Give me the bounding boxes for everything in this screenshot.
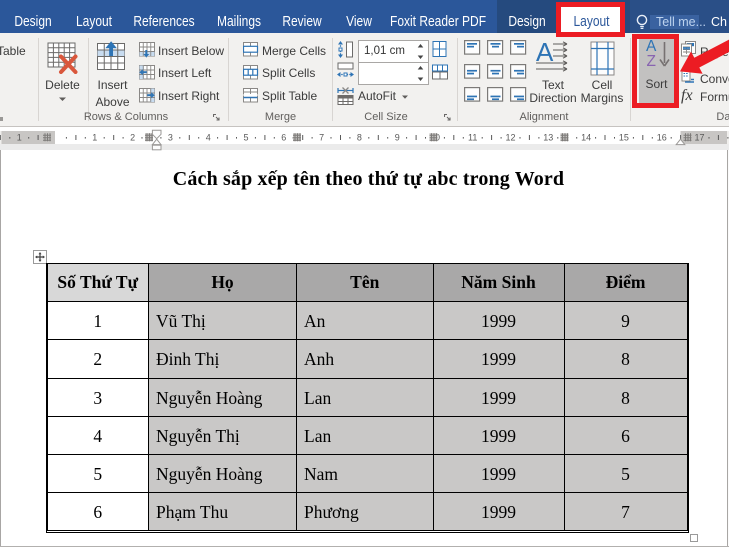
svg-text:3: 3 — [168, 133, 173, 143]
svg-text:9: 9 — [395, 133, 400, 143]
svg-text:12: 12 — [505, 133, 515, 143]
svg-text:16: 16 — [657, 133, 667, 143]
svg-text:8: 8 — [357, 133, 362, 143]
svg-text:1: 1 — [92, 133, 97, 143]
svg-text:5: 5 — [243, 133, 248, 143]
svg-text:14: 14 — [581, 133, 591, 143]
svg-text:7: 7 — [319, 133, 324, 143]
svg-text:2: 2 — [130, 133, 135, 143]
svg-text:17: 17 — [694, 133, 704, 143]
svg-text:11: 11 — [468, 133, 477, 143]
svg-text:6: 6 — [281, 133, 286, 143]
svg-text:15: 15 — [619, 133, 629, 143]
svg-text:1: 1 — [17, 133, 22, 143]
svg-text:13: 13 — [543, 133, 553, 143]
svg-text:4: 4 — [206, 133, 211, 143]
